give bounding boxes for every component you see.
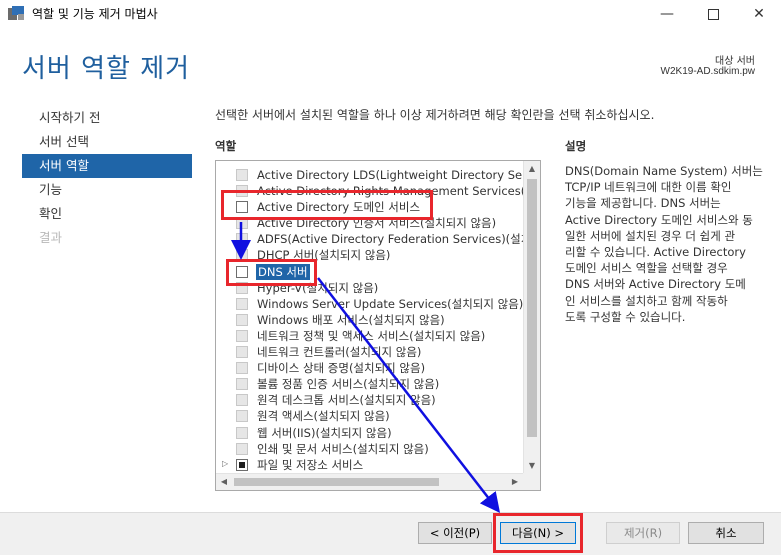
role-label: Windows 배포 서비스(설치되지 않음)	[257, 312, 445, 327]
scroll-right-icon[interactable]: ▶	[507, 474, 523, 490]
annotation-box-next-button	[493, 513, 583, 553]
role-checkbox	[236, 442, 248, 455]
nav-item-confirmation[interactable]: 확인	[22, 202, 192, 226]
role-checkbox	[236, 378, 248, 391]
nav-item-features[interactable]: 기능	[22, 178, 192, 202]
description-heading: 설명	[565, 139, 587, 153]
role-checkbox	[236, 233, 248, 246]
minimize-icon: —	[660, 6, 674, 22]
description-line: DNS 서버와 Active Directory 도메	[565, 277, 746, 292]
role-checkbox[interactable]	[236, 458, 248, 471]
instruction-text: 선택한 서버에서 설치된 역할을 하나 이상 제거하려면 해당 확인란을 선택 …	[215, 108, 655, 122]
role-item: 웹 서버(IIS)(설치되지 않음)	[216, 425, 522, 441]
role-label: 네트워크 컨트롤러(설치되지 않음)	[257, 345, 422, 360]
description-line: 도메인 서비스 역할을 선택할 경우	[565, 261, 728, 276]
minimize-button[interactable]: —	[644, 0, 690, 28]
role-checkbox	[236, 394, 248, 407]
wizard-steps-nav: 시작하기 전 서버 선택 서버 역할 기능 확인 결과	[22, 106, 192, 250]
scroll-left-icon[interactable]: ◀	[216, 474, 232, 490]
scroll-up-icon[interactable]: ▲	[524, 161, 540, 177]
role-label: Active Directory LDS(Lightweight Directo…	[257, 168, 541, 182]
maximize-icon	[707, 8, 719, 20]
role-item: Windows Server Update Services(설치되지 않음)	[216, 296, 524, 312]
description-line: DNS(Domain Name System) 서버는	[565, 164, 763, 178]
description-line: 인 서비스를 설치하고 함께 작동하	[565, 293, 728, 308]
description-line: 리할 수 있습니다. Active Directory	[565, 245, 746, 260]
description-line: 도록 구성할 수 있습니다.	[565, 309, 686, 324]
role-checkbox	[236, 346, 248, 359]
role-item[interactable]: ▷ 파일 및 저장소 서비스	[216, 457, 522, 473]
remove-button: 제거(R)	[606, 522, 680, 544]
role-label: 웹 서버(IIS)(설치되지 않음)	[257, 425, 392, 440]
role-label: Windows Server Update Services(설치되지 않음)	[257, 296, 524, 311]
role-label: 파일 및 저장소 서비스	[257, 457, 364, 472]
role-checkbox	[236, 297, 248, 310]
close-button[interactable]: ✕	[736, 0, 781, 28]
role-checkbox	[236, 426, 248, 439]
role-checkbox	[236, 313, 248, 326]
role-item: 네트워크 정책 및 액세스 서비스(설치되지 않음)	[216, 328, 522, 344]
role-label: 볼륨 정품 인증 서비스(설치되지 않음)	[257, 377, 440, 392]
cancel-button[interactable]: 취소	[688, 522, 764, 544]
role-item: 원격 데스크톱 서비스(설치되지 않음)	[216, 392, 522, 408]
description-line: TCP/IP 네트워크에 대한 이름 확인	[565, 180, 732, 195]
nav-item-server-selection[interactable]: 서버 선택	[22, 130, 192, 154]
annotation-box-dns-server	[226, 259, 317, 286]
role-item: 디바이스 상태 증명(설치되지 않음)	[216, 360, 522, 376]
role-item: Active Directory LDS(Lightweight Directo…	[216, 167, 540, 183]
close-icon: ✕	[753, 6, 765, 22]
role-item: 원격 액세스(설치되지 않음)	[216, 408, 522, 424]
role-label: 원격 액세스(설치되지 않음)	[257, 409, 390, 424]
nav-item-before-you-begin[interactable]: 시작하기 전	[22, 106, 192, 130]
horizontal-scroll-thumb[interactable]	[234, 478, 439, 486]
scroll-down-icon[interactable]: ▼	[524, 458, 540, 474]
role-item: 인쇄 및 문서 서비스(설치되지 않음)	[216, 441, 522, 457]
role-label: ADFS(Active Directory Federation Service…	[257, 232, 541, 247]
description-line: 일한 서버에 설치된 경우 더 쉽게 관	[565, 228, 736, 243]
previous-button[interactable]: < 이전(P)	[418, 522, 492, 544]
window-title: 역할 및 기능 제거 마법사	[32, 7, 158, 21]
role-checkbox	[236, 329, 248, 342]
server-manager-icon	[8, 6, 24, 20]
role-label: 디바이스 상태 증명(설치되지 않음)	[257, 361, 426, 376]
roles-heading: 역할	[215, 139, 237, 153]
description-line: Active Directory 도메인 서비스와 동	[565, 212, 753, 227]
role-label: 원격 데스크톱 서비스(설치되지 않음)	[257, 393, 436, 408]
title-bar: 역할 및 기능 제거 마법사 — ✕	[0, 0, 781, 28]
role-item: ADFS(Active Directory Federation Service…	[216, 231, 540, 247]
role-label: 네트워크 정책 및 액세스 서비스(설치되지 않음)	[257, 328, 486, 343]
scrollbar-corner	[523, 473, 540, 490]
role-item: Windows 배포 서비스(설치되지 않음)	[216, 312, 522, 328]
target-server-label: 대상 서버	[715, 56, 755, 67]
role-item: 네트워크 컨트롤러(설치되지 않음)	[216, 344, 522, 360]
role-description: DNS(Domain Name System) 서버는 TCP/IP 네트워크에 …	[565, 163, 765, 325]
role-label: 인쇄 및 문서 서비스(설치되지 않음)	[257, 441, 429, 456]
description-line: 기능을 제공합니다. DNS 서버는	[565, 196, 721, 211]
target-server-name: W2K19-AD.sdkim.pw	[660, 66, 755, 77]
role-item: 볼륨 정품 인증 서비스(설치되지 않음)	[216, 376, 522, 392]
vertical-scrollbar[interactable]: ▲ ▼	[523, 161, 540, 474]
nav-item-server-roles[interactable]: 서버 역할	[22, 154, 192, 178]
horizontal-scrollbar[interactable]: ◀ ▶	[216, 473, 523, 490]
maximize-button[interactable]	[690, 0, 736, 28]
role-checkbox	[236, 169, 248, 181]
role-checkbox	[236, 410, 248, 423]
page-title: 서버 역할 제거	[22, 54, 191, 84]
role-checkbox	[236, 362, 248, 375]
vertical-scroll-thumb[interactable]	[527, 179, 537, 437]
nav-item-results: 결과	[39, 230, 63, 245]
expand-icon[interactable]: ▷	[222, 459, 228, 468]
annotation-box-ad-ds	[221, 190, 433, 220]
